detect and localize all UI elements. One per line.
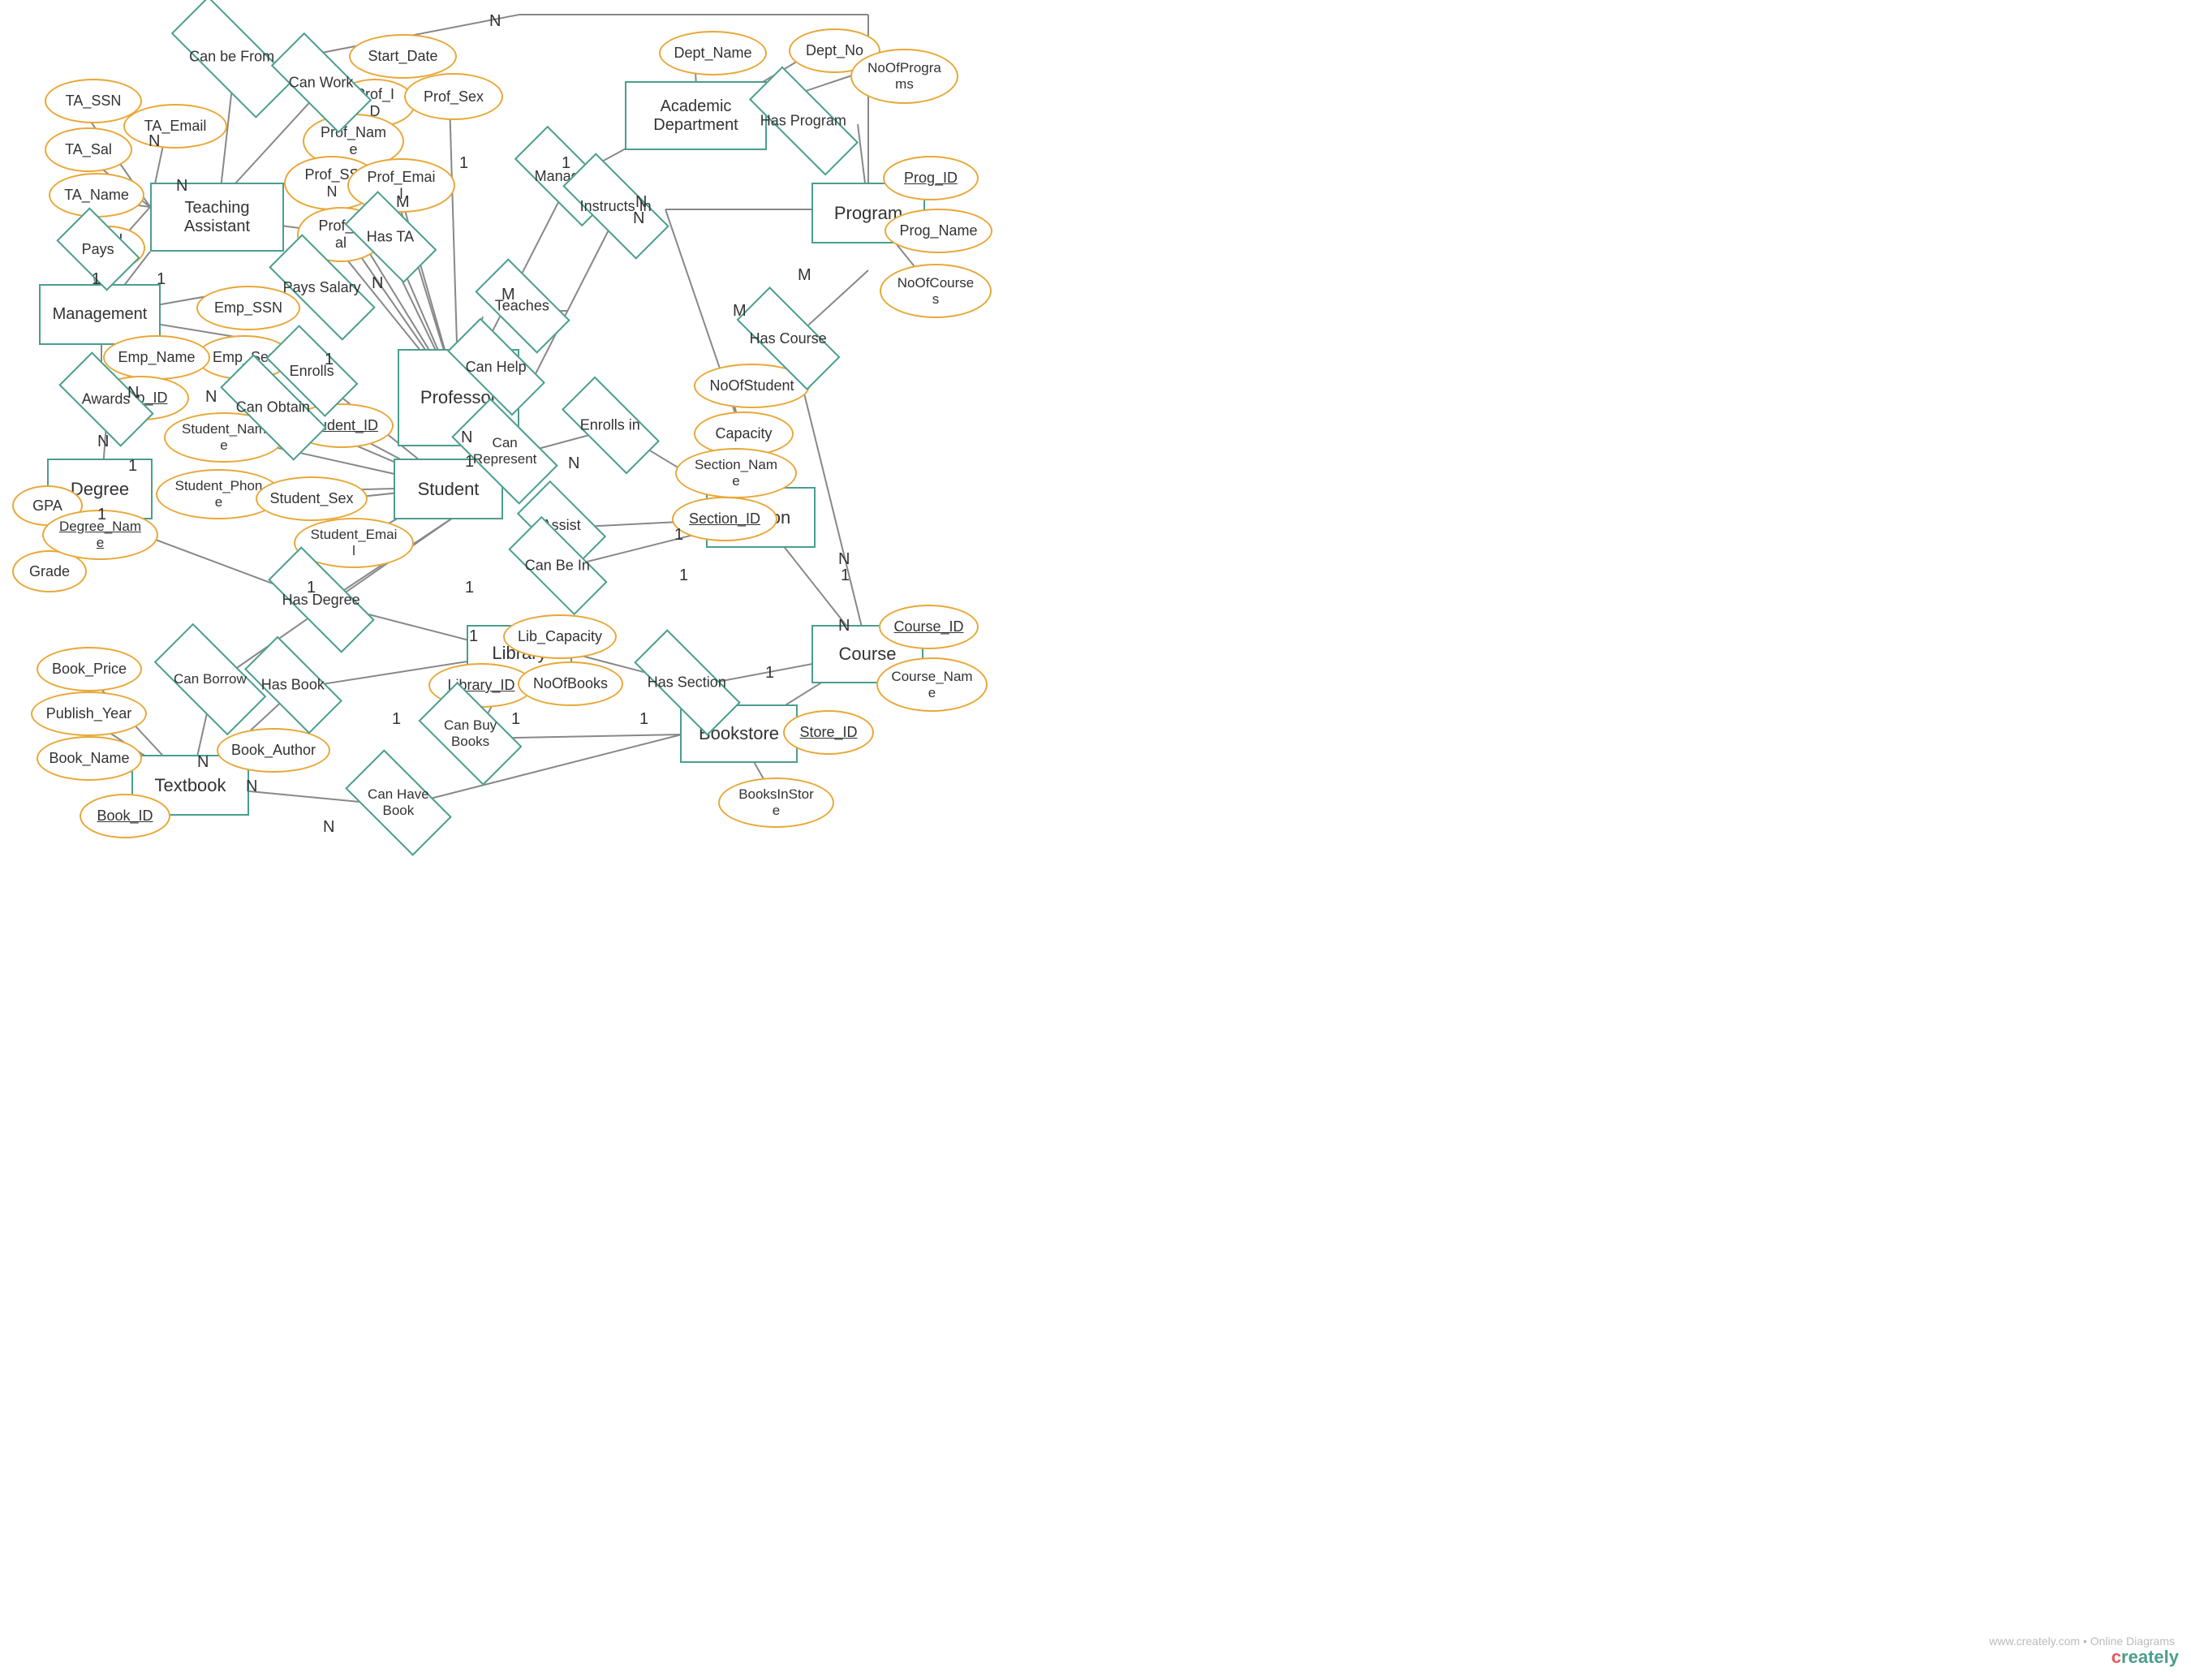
mult-1o: 1 xyxy=(465,453,474,472)
mult-n7: N xyxy=(127,384,139,403)
attr-noofprograms: NoOfPrograms xyxy=(850,49,958,104)
mult-n10: N xyxy=(323,818,334,837)
mult-m1: M xyxy=(396,193,410,212)
rel-can-have-book: Can HaveBook xyxy=(345,749,452,856)
attr-prog-id: Prog_ID xyxy=(883,156,979,200)
mult-n12: N xyxy=(489,12,501,31)
attr-book-id: Book_ID xyxy=(80,794,170,838)
rel-has-program: Has Program xyxy=(749,66,859,175)
mult-m4: M xyxy=(798,266,811,285)
rel-can-borrow: Can Borrow xyxy=(154,623,267,736)
entity-academic-department: AcademicDepartment xyxy=(625,81,767,150)
mult-1j: 1 xyxy=(469,627,478,646)
mult-1l: 1 xyxy=(511,710,520,729)
mult-n8: N xyxy=(197,753,209,772)
attr-start-date: Start_Date xyxy=(349,34,457,79)
mult-1b: 1 xyxy=(157,270,166,289)
attr-prog-name: Prog_Name xyxy=(885,209,992,253)
mult-m3: M xyxy=(733,302,747,321)
mult-m2: M xyxy=(501,286,515,304)
attr-book-price: Book_Price xyxy=(37,647,142,691)
attr-course-id: Course_ID xyxy=(879,605,979,649)
mult-n-enrollsin: N xyxy=(568,454,579,473)
mult-1h: 1 xyxy=(307,579,316,597)
attr-noofbooks: NoOfBooks xyxy=(518,661,623,706)
attr-store-id: Store_ID xyxy=(783,710,874,755)
attr-course-name: Course_Name xyxy=(876,657,988,712)
attr-dept-name: Dept_Name xyxy=(659,31,767,75)
mult-1e: 1 xyxy=(325,351,334,369)
mult-n2: N xyxy=(176,177,187,196)
mult-1d: 1 xyxy=(562,154,570,173)
attr-book-name: Book_Name xyxy=(37,736,142,781)
mult-1r: 1 xyxy=(841,566,850,585)
mult-1n: 1 xyxy=(765,664,774,683)
attr-lib-capacity: Lib_Capacity xyxy=(503,614,617,659)
mult-n5: N xyxy=(205,388,217,407)
mult-n6: N xyxy=(97,433,109,451)
mult-n9: N xyxy=(246,778,257,796)
mult-1m: 1 xyxy=(639,710,648,729)
mult-1q: 1 xyxy=(679,566,688,585)
mult-1g: 1 xyxy=(97,506,106,524)
mult-n-lib: N xyxy=(838,617,850,635)
mult-1f: 1 xyxy=(128,457,137,476)
mult-n3: N xyxy=(372,274,383,293)
mult-1c: 1 xyxy=(459,154,468,173)
mult-1i: 1 xyxy=(465,579,474,597)
mult-n14: N xyxy=(461,429,472,447)
attr-ta-name: TA_Name xyxy=(49,173,144,218)
attr-book-author: Book_Author xyxy=(217,728,330,773)
attr-section-name: Section_Name xyxy=(675,448,797,498)
attr-prof-sex: Prof_Sex xyxy=(404,73,503,120)
attr-section-id: Section_ID xyxy=(672,497,777,541)
mult-1p: 1 xyxy=(674,526,683,545)
creately-logo: creately xyxy=(2111,1647,2179,1668)
watermark-url: www.creately.com • Online Diagrams xyxy=(1989,1635,2175,1648)
mult-n1: N xyxy=(149,132,160,151)
attr-ta-sal: TA_Sal xyxy=(45,127,132,172)
rel-can-be-from: Can be From xyxy=(171,0,294,118)
attr-booksinstore: BooksInStore xyxy=(718,778,834,828)
attr-emp-name: Emp_Name xyxy=(103,335,210,380)
rel-has-book: Has Book xyxy=(244,636,342,734)
mult-n-section-prog: N xyxy=(633,209,644,228)
mult-1k: 1 xyxy=(392,710,401,729)
attr-noofcourses: NoOfCourses xyxy=(880,264,992,318)
attr-publish-year: Publish_Year xyxy=(31,691,147,736)
attr-ta-email: TA_Email xyxy=(123,104,227,149)
attr-student-sex: Student_Sex xyxy=(256,476,368,521)
mult-1a: 1 xyxy=(92,270,101,289)
entity-teaching-assistant: Teaching Assistant xyxy=(150,183,284,252)
